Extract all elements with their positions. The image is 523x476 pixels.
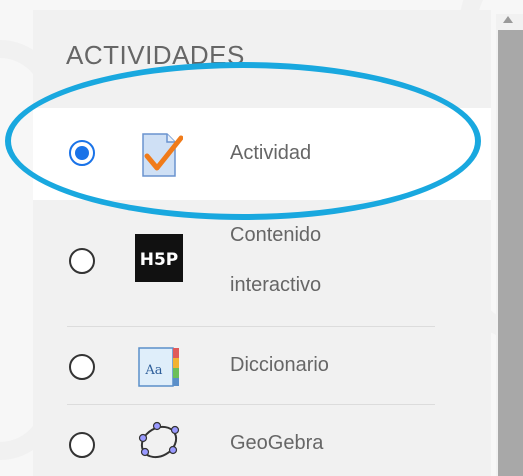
option-label-line1: Contenido	[230, 224, 322, 246]
option-label: GeoGebra	[230, 432, 324, 454]
option-label-line2: interactivo	[230, 274, 322, 296]
radio-button[interactable]	[69, 140, 95, 166]
radio-button[interactable]	[69, 248, 95, 274]
option-label: Diccionario	[230, 354, 329, 376]
divider	[67, 404, 435, 405]
scrollbar-thumb[interactable]	[498, 30, 523, 476]
radio-button[interactable]	[69, 354, 95, 380]
scroll-up-arrow-icon[interactable]	[503, 16, 513, 23]
option-label: Actividad	[230, 142, 312, 164]
activity-option-geogebra[interactable]: GeoGebra	[33, 406, 491, 476]
svg-text:Aa: Aa	[144, 363, 162, 378]
radio-button[interactable]	[69, 432, 95, 458]
section-title: ACTIVIDADES	[66, 40, 245, 70]
activity-chooser: ACTIVIDADES Actividad H5P Contenido inte…	[0, 0, 523, 476]
assignment-check-icon	[135, 130, 184, 178]
divider	[67, 326, 435, 327]
h5p-icon: H5P	[135, 234, 183, 282]
activity-option-diccionario[interactable]: Aa Diccionario	[33, 330, 491, 404]
geogebra-icon	[135, 418, 183, 466]
activity-option-actividad[interactable]: Actividad	[33, 108, 491, 200]
activity-option-contenido-interactivo[interactable]: H5P Contenido interactivo	[33, 210, 491, 320]
svg-text:H5P: H5P	[140, 250, 179, 270]
glossary-icon: Aa	[135, 342, 183, 390]
